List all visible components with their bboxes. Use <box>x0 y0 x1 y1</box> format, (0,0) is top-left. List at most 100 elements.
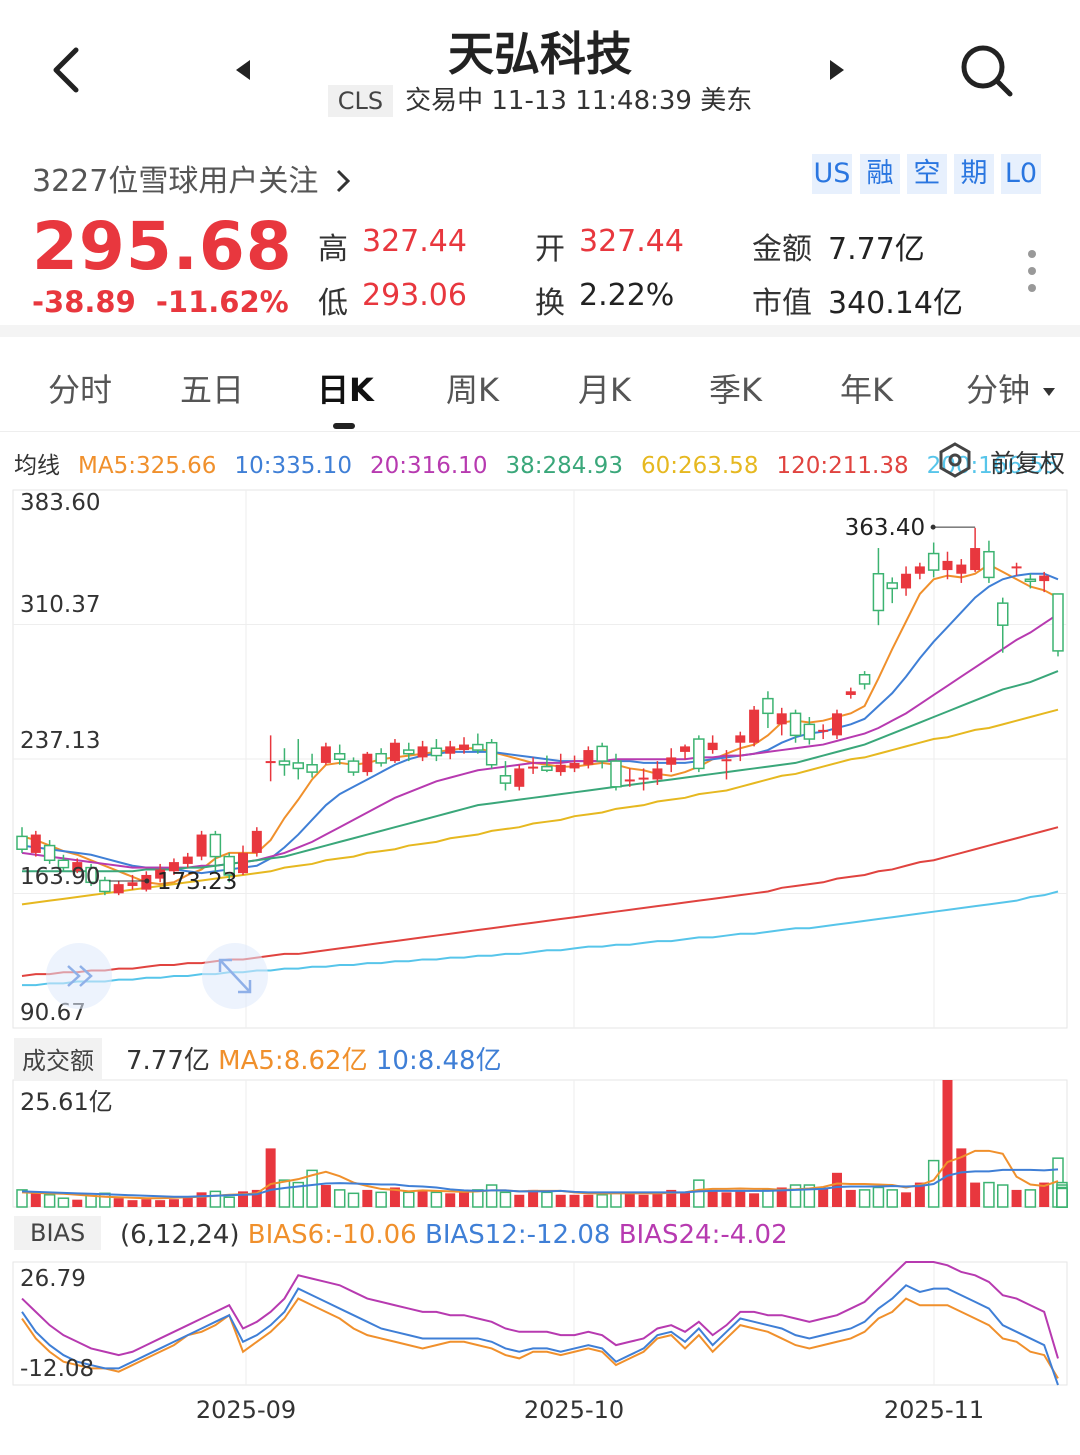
candle <box>333 744 346 765</box>
ma-line-ma200 <box>22 890 1059 987</box>
low-mark-dot <box>144 878 150 884</box>
candle-body <box>417 746 428 758</box>
high-mark-label: 363.40 <box>845 515 925 541</box>
volume-bar <box>113 1198 124 1207</box>
candle-body <box>541 765 553 772</box>
volume-bar <box>196 1192 207 1207</box>
bias-lines <box>21 1261 1059 1386</box>
volume-bar <box>265 1148 276 1207</box>
nav-overlay <box>46 943 268 1009</box>
candle-body <box>845 691 856 695</box>
candle <box>251 827 262 857</box>
candle <box>927 542 940 578</box>
volume-bar <box>278 1179 291 1208</box>
candle-body <box>693 738 705 770</box>
volume-bar <box>749 1193 760 1207</box>
candle-body <box>818 729 829 732</box>
candle-body <box>430 747 443 757</box>
candle-body <box>251 830 262 853</box>
candle-body <box>265 761 276 764</box>
candle-body <box>624 779 635 782</box>
candle-body <box>956 564 967 574</box>
candle <box>362 751 373 776</box>
extreme-marks: 363.40 173.23 <box>108 515 976 895</box>
candle-body <box>238 852 249 874</box>
candle <box>485 739 498 769</box>
volume-bar <box>57 1197 70 1208</box>
candle-body <box>459 744 470 751</box>
ma-line-ma5 <box>21 563 1059 886</box>
candle-body <box>16 835 28 850</box>
candle-body <box>749 709 760 743</box>
volume-bar <box>638 1194 649 1207</box>
candle <box>182 852 193 868</box>
candle-body <box>43 844 56 862</box>
candle-body <box>182 856 193 864</box>
candle-body <box>99 879 111 893</box>
price-axis-label: 310.37 <box>20 592 100 618</box>
candle <box>472 733 484 754</box>
bias-axis-max: 26.79 <box>20 1266 86 1292</box>
candle <box>320 742 331 765</box>
kline-chart[interactable]: 383.60310.37237.13163.9090.6725.61亿26.79… <box>0 0 1080 1455</box>
candle-body <box>666 757 677 765</box>
volume-bar <box>845 1189 856 1207</box>
volume-bar <box>168 1199 179 1207</box>
volume-bar <box>569 1194 580 1207</box>
candle <box>1052 593 1064 657</box>
candle-body <box>583 750 594 765</box>
candle <box>306 753 318 778</box>
candle-body <box>776 713 787 725</box>
volume-bar <box>403 1191 415 1208</box>
candle <box>996 597 1009 653</box>
candle <box>347 757 360 776</box>
candle-body <box>680 746 691 752</box>
ma-line-ma10 <box>21 572 1059 875</box>
volume-bar <box>735 1189 746 1207</box>
candle-body <box>638 777 649 780</box>
candle <box>983 540 995 583</box>
candle-body <box>499 775 512 784</box>
candle <box>1011 562 1022 576</box>
candle <box>914 562 925 580</box>
candle-body <box>347 760 360 773</box>
candle <box>30 830 41 857</box>
volume-bar <box>445 1193 456 1207</box>
bias-axis-min: -12.08 <box>20 1356 94 1382</box>
candle <box>858 671 871 690</box>
volume-bar <box>872 1186 885 1208</box>
volume-bar <box>831 1172 842 1207</box>
volume-bar <box>209 1190 222 1208</box>
candle-body <box>858 674 871 685</box>
candle-body <box>707 742 718 751</box>
volume-bar <box>596 1194 608 1208</box>
candle <box>693 735 705 773</box>
volume-bar <box>983 1181 995 1208</box>
candle <box>680 744 691 760</box>
ma-line-ma20 <box>21 613 1059 869</box>
candle <box>1024 573 1037 589</box>
candle-body <box>113 884 124 894</box>
candle <box>417 740 428 762</box>
volume-bar <box>1024 1189 1037 1208</box>
volume-bar <box>499 1191 512 1208</box>
candle-body <box>942 560 953 571</box>
candles <box>16 527 1064 896</box>
candle-body <box>610 760 622 788</box>
candle <box>886 577 898 604</box>
candle-body <box>209 833 222 858</box>
panel-border <box>12 1261 1068 1386</box>
candle-body <box>983 550 995 579</box>
bias-line-bias6 <box>21 1297 1059 1379</box>
candle <box>845 687 856 699</box>
volume-bar <box>970 1182 981 1207</box>
candle <box>901 566 912 596</box>
candle-body <box>196 834 207 857</box>
ma-line-ma120 <box>21 826 1059 977</box>
candle-body <box>320 746 331 763</box>
volume-bar <box>375 1191 387 1208</box>
volume-bar <box>72 1199 83 1207</box>
candle-body <box>278 760 291 766</box>
candle <box>113 880 124 896</box>
volume-bar <box>223 1196 235 1208</box>
